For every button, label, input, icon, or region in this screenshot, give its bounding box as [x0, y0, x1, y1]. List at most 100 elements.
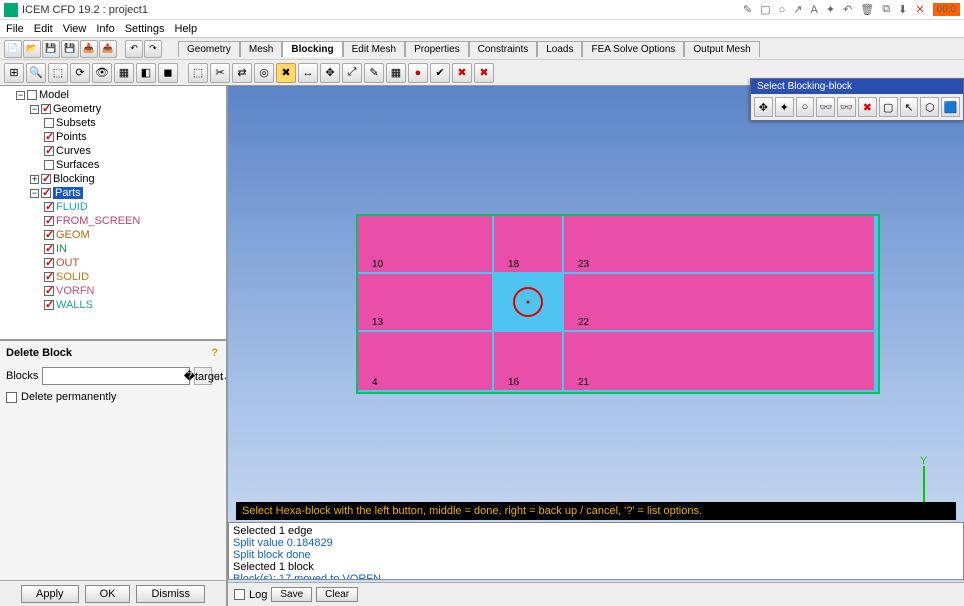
tree-checkbox[interactable]: [44, 216, 54, 226]
tree-root[interactable]: Model: [39, 89, 69, 101]
edit-block-icon[interactable]: ✎: [364, 63, 384, 83]
tab-fea-solve[interactable]: FEA Solve Options: [582, 41, 684, 57]
delete-icon[interactable]: ✖: [452, 63, 472, 83]
split-block-icon[interactable]: ✂: [210, 63, 230, 83]
block-cell[interactable]: 16: [494, 332, 564, 390]
menu-info[interactable]: Info: [96, 23, 114, 35]
circle-icon[interactable]: ○: [779, 4, 786, 16]
tab-edit-mesh[interactable]: Edit Mesh: [343, 41, 405, 57]
block-cell-empty[interactable]: [494, 274, 564, 330]
delete-block-icon[interactable]: ✖: [276, 63, 296, 83]
tree-parts[interactable]: Parts: [53, 187, 83, 199]
select-box-icon[interactable]: ▢: [879, 97, 898, 117]
select-blocking-toolbar[interactable]: Select Blocking-block ✥ ✦ ○ 👓 👓 ✖ ▢ ↖ ⬡ …: [750, 78, 964, 121]
menu-help[interactable]: Help: [174, 23, 197, 35]
tab-loads[interactable]: Loads: [537, 41, 582, 57]
tree-checkbox[interactable]: [41, 104, 51, 114]
import-icon[interactable]: 📥: [80, 40, 98, 58]
select-part-icon[interactable]: 🟦: [941, 97, 960, 117]
select-glasses2-icon[interactable]: 👓: [837, 97, 856, 117]
block-cell[interactable]: 13: [358, 274, 494, 330]
blocks-input[interactable]: [42, 367, 190, 385]
pick-blocks-icon[interactable]: �target: [194, 367, 212, 385]
block-cell[interactable]: 4: [358, 332, 494, 390]
tree-checkbox[interactable]: [44, 300, 54, 310]
save-icon[interactable]: 💾: [42, 40, 60, 58]
cancel-select-icon[interactable]: ✖: [858, 97, 877, 117]
expand-icon[interactable]: −: [30, 105, 39, 114]
tree-checkbox[interactable]: [44, 230, 54, 240]
viewport-3d[interactable]: 10 18 23 13 22 4 16 21 Y Selec: [228, 86, 964, 606]
save-log-button[interactable]: Save: [271, 587, 312, 602]
clear-log-button[interactable]: Clear: [316, 587, 358, 602]
tree-item[interactable]: Surfaces: [56, 159, 99, 171]
perm-checkbox[interactable]: [6, 392, 17, 403]
tree-part-item[interactable]: FROM_SCREEN: [56, 215, 140, 227]
tree-item[interactable]: Curves: [56, 145, 91, 157]
block-cell[interactable]: 18: [494, 216, 564, 272]
menu-file[interactable]: File: [6, 23, 24, 35]
tree-part-item[interactable]: IN: [56, 243, 67, 255]
download-icon[interactable]: ⬇: [898, 3, 907, 16]
undo-tool-icon[interactable]: ↶: [125, 40, 143, 58]
new-icon[interactable]: 📄: [4, 40, 22, 58]
transform-icon[interactable]: ⤢: [342, 63, 362, 83]
merge-icon[interactable]: ⇄: [232, 63, 252, 83]
saveall-icon[interactable]: 💾: [61, 40, 79, 58]
move-vertex-icon[interactable]: ✥: [320, 63, 340, 83]
tree-part-item[interactable]: WALLS: [56, 299, 93, 311]
help-icon[interactable]: ?: [211, 347, 218, 359]
block-cell[interactable]: 21: [564, 332, 874, 390]
associate-icon[interactable]: ↔: [298, 63, 318, 83]
tree-checkbox[interactable]: [44, 258, 54, 268]
tab-constraints[interactable]: Constraints: [469, 41, 538, 57]
arrow-icon[interactable]: ↗: [793, 3, 802, 16]
tree-checkbox[interactable]: [44, 160, 54, 170]
zoom-icon[interactable]: 🔍: [26, 63, 46, 83]
tree-part-item[interactable]: VORFN: [56, 285, 95, 297]
tree-checkbox[interactable]: [44, 286, 54, 296]
box-zoom-icon[interactable]: ⬚: [48, 63, 68, 83]
tree-part-item[interactable]: SOLID: [56, 271, 89, 283]
fit-icon[interactable]: ⊞: [4, 63, 24, 83]
delete2-icon[interactable]: ✖: [474, 63, 494, 83]
select-cluster-icon[interactable]: ⬡: [920, 97, 939, 117]
log-checkbox[interactable]: [234, 589, 245, 600]
wireframe-icon[interactable]: ▦: [114, 63, 134, 83]
select-mode-icon[interactable]: ✥: [754, 97, 773, 117]
tree-checkbox[interactable]: [41, 188, 51, 198]
premesh-icon[interactable]: ▦: [386, 63, 406, 83]
tree-item[interactable]: Points: [56, 131, 87, 143]
text-icon[interactable]: A: [810, 4, 817, 16]
select-glasses-icon[interactable]: 👓: [816, 97, 835, 117]
menu-settings[interactable]: Settings: [125, 23, 165, 35]
solid-icon[interactable]: ◼: [158, 63, 178, 83]
log-panel[interactable]: Selected 1 edge Split value 0.184829 Spl…: [228, 522, 964, 580]
block-cell[interactable]: 10: [358, 216, 494, 272]
tree-part-item[interactable]: GEOM: [56, 229, 90, 241]
shade-icon[interactable]: ◧: [136, 63, 156, 83]
close-icon[interactable]: ✕: [915, 3, 924, 16]
expand-icon[interactable]: +: [30, 175, 39, 184]
expand-icon[interactable]: −: [16, 91, 25, 100]
undo-icon[interactable]: ↶: [843, 3, 852, 16]
tree-blocking[interactable]: Blocking: [53, 173, 95, 185]
select-circle-icon[interactable]: ○: [796, 97, 815, 117]
check-icon[interactable]: ✔: [430, 63, 450, 83]
square-icon[interactable]: ▢: [760, 3, 770, 16]
copy-icon[interactable]: ⧉: [882, 3, 890, 16]
tree-part-item[interactable]: FLUID: [56, 201, 88, 213]
tree-item[interactable]: Subsets: [56, 117, 96, 129]
tab-mesh[interactable]: Mesh: [240, 41, 282, 57]
tree-checkbox[interactable]: [44, 132, 54, 142]
ok-button[interactable]: OK: [85, 585, 131, 603]
blur-icon[interactable]: ✦: [826, 3, 835, 16]
quality-icon[interactable]: ●: [408, 63, 428, 83]
redo-tool-icon[interactable]: ↷: [144, 40, 162, 58]
expand-icon[interactable]: −: [30, 189, 39, 198]
tree-checkbox[interactable]: [41, 174, 51, 184]
trash-icon[interactable]: 🗑: [860, 3, 874, 16]
tree-checkbox[interactable]: [27, 90, 37, 100]
export-icon[interactable]: 📤: [99, 40, 117, 58]
tree-checkbox[interactable]: [44, 118, 54, 128]
